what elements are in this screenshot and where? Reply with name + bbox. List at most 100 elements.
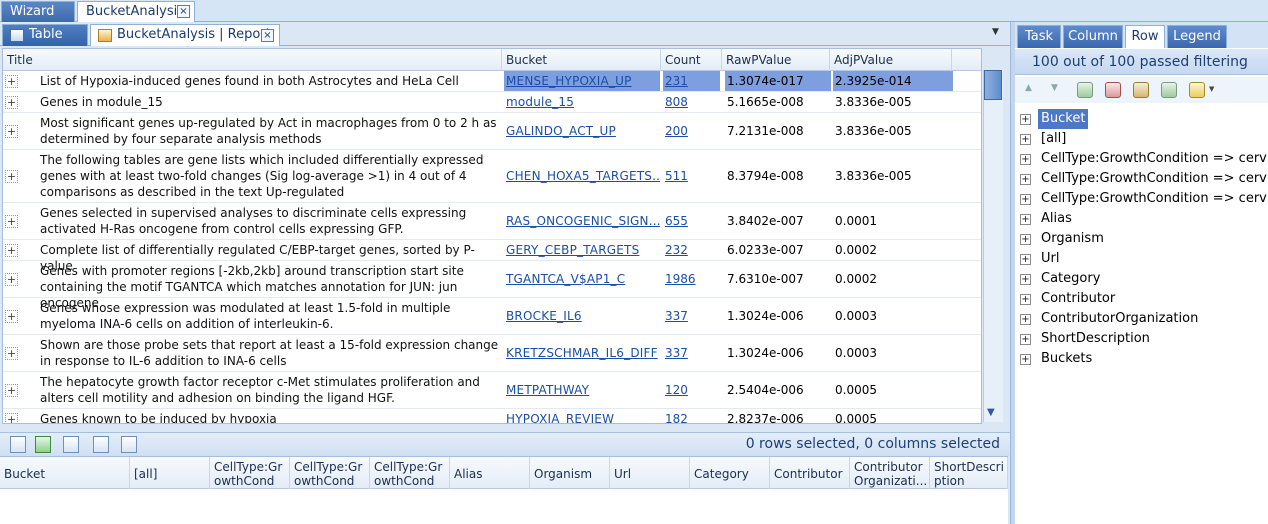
expand-icon[interactable]: + [5,125,18,138]
bucket-link[interactable]: module_15 [504,92,660,112]
table-row[interactable]: + Complete list of differentially regula… [3,240,981,273]
tab-report[interactable]: BucketAnalysis | Report × [90,24,280,46]
bucket-link[interactable]: HYPOXIA_REVIEW [504,409,660,423]
count-link[interactable]: 655 [663,203,720,239]
expand-icon[interactable]: + [1020,194,1031,205]
expand-icon[interactable]: + [1020,134,1031,145]
refresh-icon[interactable] [1077,82,1093,98]
table-scrollbar[interactable] [983,70,1003,422]
bucket-link[interactable]: GALINDO_ACT_UP [504,113,660,149]
detail-column-header[interactable]: ShortDescription [930,457,1008,489]
count-link[interactable]: 182 [663,409,720,423]
detail-column-header[interactable]: Organism [530,457,610,489]
count-link[interactable]: 511 [663,150,720,202]
scroll-down-icon[interactable]: ▼ [987,407,995,418]
column-header-rawpvalue[interactable]: RawPValue [722,49,830,71]
detail-column-header[interactable]: CellType:GrowthCondi... [290,457,370,489]
expand-icon[interactable]: + [5,273,18,286]
expand-icon[interactable]: + [5,244,18,257]
table-row[interactable]: + Genes whose expression was modulated a… [3,298,981,335]
expand-icon[interactable]: + [1020,174,1031,185]
add-filter-icon[interactable] [1161,82,1177,98]
detail-column-header[interactable]: CellType:GrowthCondi... [370,457,450,489]
detail-column-header[interactable]: Contributor [770,457,850,489]
table-row[interactable]: + The hepatocyte growth factor receptor … [3,372,981,409]
detail-column-header[interactable]: Url [610,457,690,489]
tab-wizard[interactable]: Wizard [1,1,75,22]
remove-filter-icon[interactable] [1105,82,1121,98]
save-icon[interactable] [63,436,79,453]
paste-icon[interactable] [121,436,137,453]
chevron-down-icon[interactable]: ▼ [1209,85,1214,93]
detail-column-header[interactable]: Contributor Organizati... [850,457,930,489]
expand-icon[interactable]: + [5,413,18,423]
bucket-link[interactable]: RAS_ONCOGENIC_SIGN... [504,203,660,239]
count-link[interactable]: 232 [663,240,720,260]
tab-task[interactable]: Task [1017,25,1061,48]
detail-column-header[interactable]: Category [690,457,770,489]
copy-icon[interactable] [93,436,109,453]
options-icon[interactable] [1189,82,1205,98]
detail-column-header[interactable]: [all] [130,457,210,489]
count-link[interactable]: 1986 [663,261,720,297]
expand-icon[interactable]: + [1020,254,1031,265]
tab-bucket-analysis[interactable]: BucketAnalysis × [77,1,195,22]
count-link[interactable]: 200 [663,113,720,149]
bucket-link[interactable]: GERY_CEBP_TARGETS [504,240,660,260]
bucket-link[interactable]: BROCKE_IL6 [504,298,660,334]
count-link[interactable]: 337 [663,335,720,371]
detail-column-header[interactable]: Bucket [0,457,130,489]
table-row[interactable]: + Genes known to be induced by hypoxia H… [3,409,981,423]
count-link[interactable]: 337 [663,298,720,334]
bucket-link[interactable]: MENSE_HYPOXIA_UP [504,71,660,91]
expand-icon[interactable]: + [1020,214,1031,225]
count-link[interactable]: 120 [663,372,720,408]
expand-icon[interactable]: + [5,75,18,88]
tab-legend[interactable]: Legend [1167,25,1227,48]
move-up-icon[interactable]: ▲ [1025,83,1032,93]
expand-icon[interactable]: + [1020,154,1031,165]
expand-icon[interactable]: + [1020,274,1031,285]
table-row[interactable]: + Genes selected in supervised analyses … [3,203,981,240]
bucket-link[interactable]: TGANTCA_V$AP1_C [504,261,660,297]
table-row[interactable]: + List of Hypoxia-induced genes found in… [3,71,981,92]
expand-icon[interactable]: + [1020,314,1031,325]
expand-icon[interactable]: + [5,384,18,397]
close-icon[interactable]: × [261,29,274,42]
bucket-link[interactable]: KRETZSCHMAR_IL6_DIFF [504,335,660,371]
bucket-link[interactable]: CHEN_HOXA5_TARGETS... [504,150,660,202]
new-document-icon[interactable] [10,436,26,453]
detail-column-header[interactable]: Alias [450,457,530,489]
expand-icon[interactable]: + [1020,294,1031,305]
close-icon[interactable]: × [177,5,190,18]
column-header-count[interactable]: Count [661,49,722,71]
tab-list-dropdown-icon[interactable]: ▼ [992,27,999,37]
column-header-title[interactable]: Title [3,49,502,71]
expand-icon[interactable]: + [5,310,18,323]
tab-row[interactable]: Row [1125,25,1165,48]
expand-icon[interactable]: + [1020,234,1031,245]
expand-icon[interactable]: + [1020,334,1031,345]
detail-column-header[interactable]: CellType:GrowthCondi... [210,457,290,489]
expand-icon[interactable]: + [1020,114,1031,125]
edit-filter-icon[interactable] [1133,82,1149,98]
expand-icon[interactable]: + [5,96,18,109]
count-link[interactable]: 808 [663,92,720,112]
table-row[interactable]: + Genes with promoter regions [-2kb,2kb]… [3,261,981,310]
excel-export-icon[interactable] [35,436,51,453]
table-row[interactable]: + Most significant genes up-regulated by… [3,113,981,150]
expand-icon[interactable]: + [5,347,18,360]
tab-table[interactable]: Table [2,24,88,46]
expand-icon[interactable]: + [5,215,18,228]
column-header-adjpvalue[interactable]: AdjPValue [830,49,952,71]
table-row[interactable]: + Shown are those probe sets that report… [3,335,981,372]
bucket-link[interactable]: METPATHWAY [504,372,660,408]
column-header-bucket[interactable]: Bucket [502,49,661,71]
count-link[interactable]: 231 [663,71,720,91]
table-row[interactable]: + Genes in module_15 module_15 808 5.166… [3,92,981,113]
table-row[interactable]: + The following tables are gene lists wh… [3,150,981,203]
scrollbar-thumb[interactable] [984,70,1002,100]
expand-icon[interactable]: + [5,170,18,183]
move-down-icon[interactable]: ▼ [1051,83,1058,93]
expand-icon[interactable]: + [1020,354,1031,365]
